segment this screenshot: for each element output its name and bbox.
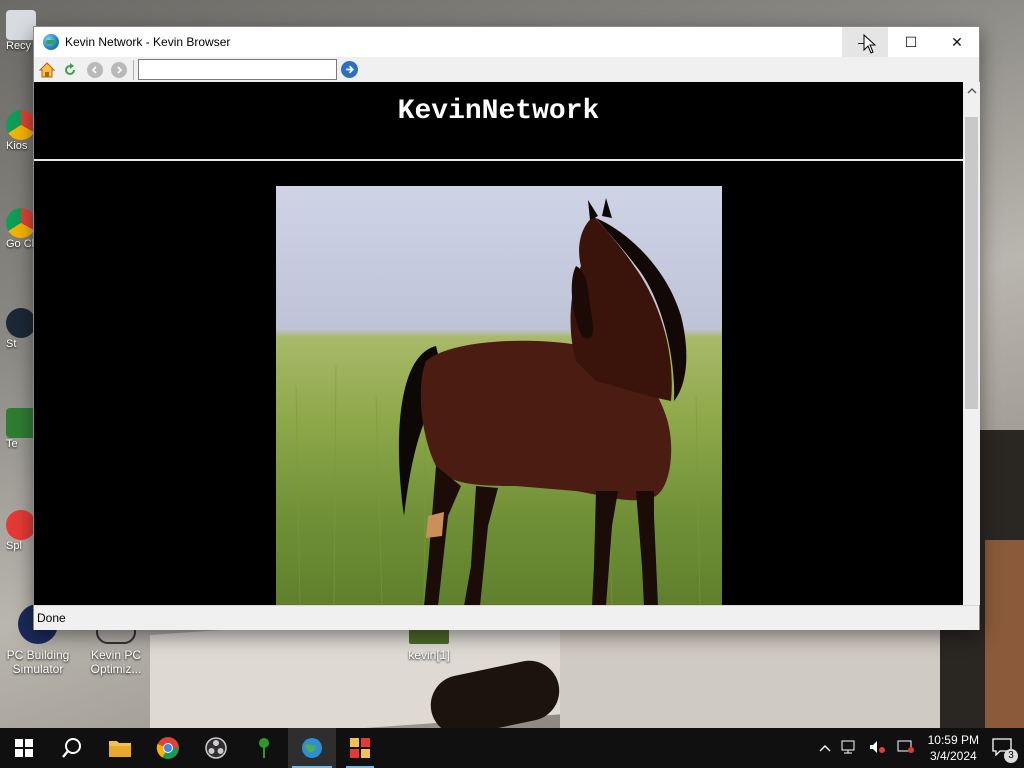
maximize-button[interactable]: ☐ [888, 27, 934, 57]
chrome-icon [6, 208, 36, 238]
chevron-up-icon [819, 745, 831, 752]
taskbar-file-explorer[interactable] [96, 728, 144, 768]
window-title: Kevin Network - Kevin Browser [65, 35, 231, 49]
browser-toolbar [34, 57, 979, 83]
windows-logo-icon [15, 739, 33, 757]
title-bar[interactable]: Kevin Network - Kevin Browser — ☐ ✕ [34, 27, 979, 57]
back-arrow-icon [91, 65, 97, 74]
desktop-icon-label: Kevin PC Optimiz... [90, 648, 142, 676]
background-object [985, 540, 1024, 728]
close-button[interactable]: ✕ [934, 27, 980, 57]
desktop-icon-label: St [6, 338, 17, 350]
tree-icon [6, 408, 36, 438]
notification-status-icon[interactable] [897, 740, 915, 757]
go-button[interactable] [341, 61, 358, 78]
tree-icon [259, 738, 269, 758]
speaker-icon [869, 740, 885, 753]
scroll-thumb[interactable] [965, 117, 978, 409]
network-icon[interactable] [841, 740, 859, 757]
taskbar-tree-app[interactable] [240, 728, 288, 768]
system-tray: 10:59 PM 3/4/2024 3 [814, 728, 1024, 768]
desktop-icon-label: Spl [6, 540, 22, 552]
volume-muted-icon[interactable] [869, 740, 887, 757]
steam-icon [6, 308, 36, 338]
taskbar-obs[interactable] [192, 728, 240, 768]
desktop-icon-label: Recy [6, 40, 32, 52]
toolbar-separator [133, 59, 134, 80]
search-button[interactable] [48, 728, 96, 768]
site-heading: KevinNetwork [397, 96, 600, 127]
clock-date: 3/4/2024 [929, 749, 977, 763]
forward-button[interactable] [111, 61, 127, 78]
refresh-icon [65, 62, 75, 75]
desktop-icon-label: kevin[1] [408, 648, 450, 662]
display-warning-icon [897, 740, 914, 753]
home-icon [39, 61, 55, 77]
chevron-up-icon [967, 87, 976, 93]
vertical-scrollbar[interactable] [963, 82, 980, 605]
page-viewport[interactable]: KevinNetwork [34, 82, 963, 605]
taskbar-chrome[interactable] [144, 728, 192, 768]
home-button[interactable] [37, 60, 57, 80]
network-monitor-icon [841, 740, 855, 753]
globe-icon [43, 34, 59, 50]
clock-time: 10:59 PM [927, 733, 979, 747]
taskbar: 10:59 PM 3/4/2024 3 [0, 728, 1024, 768]
desktop-icon-label: Kios [6, 140, 28, 152]
chrome-icon [156, 737, 179, 759]
taskbar-kevin-browser[interactable] [288, 728, 336, 768]
scroll-up-button[interactable] [963, 82, 980, 99]
search-icon [62, 738, 81, 758]
back-button[interactable] [87, 61, 103, 78]
folder-icon [109, 741, 131, 757]
mouse-cursor-icon [863, 34, 877, 54]
show-hidden-icons-button[interactable] [819, 741, 831, 755]
recycle-bin-icon [6, 10, 36, 40]
action-center-button[interactable]: 3 [992, 737, 1018, 763]
browser-window: Kevin Network - Kevin Browser — ☐ ✕ Kevi… [33, 26, 980, 630]
clock[interactable]: 10:59 PM 3/4/2024 [928, 732, 979, 764]
status-bar: Done [34, 605, 979, 630]
notification-badge: 3 [1004, 748, 1018, 763]
obs-icon [205, 737, 227, 759]
forward-arrow-icon [117, 65, 123, 74]
horse-image [295, 198, 701, 605]
horse-photo [276, 186, 722, 605]
desktop-icon-label: PC Building Simulator [6, 648, 70, 676]
chrome-icon [6, 110, 36, 140]
address-bar[interactable] [138, 59, 337, 80]
desktop-icon-label: Te [6, 438, 18, 450]
refresh-button[interactable] [60, 60, 80, 80]
go-arrow-icon [346, 65, 354, 74]
globe-icon [302, 738, 322, 758]
heading-divider [34, 159, 963, 161]
status-text: Done [37, 611, 66, 625]
app-icon [6, 510, 36, 540]
start-button[interactable] [0, 728, 48, 768]
app-grid-icon [350, 738, 370, 758]
taskbar-app-grid[interactable] [336, 728, 384, 768]
